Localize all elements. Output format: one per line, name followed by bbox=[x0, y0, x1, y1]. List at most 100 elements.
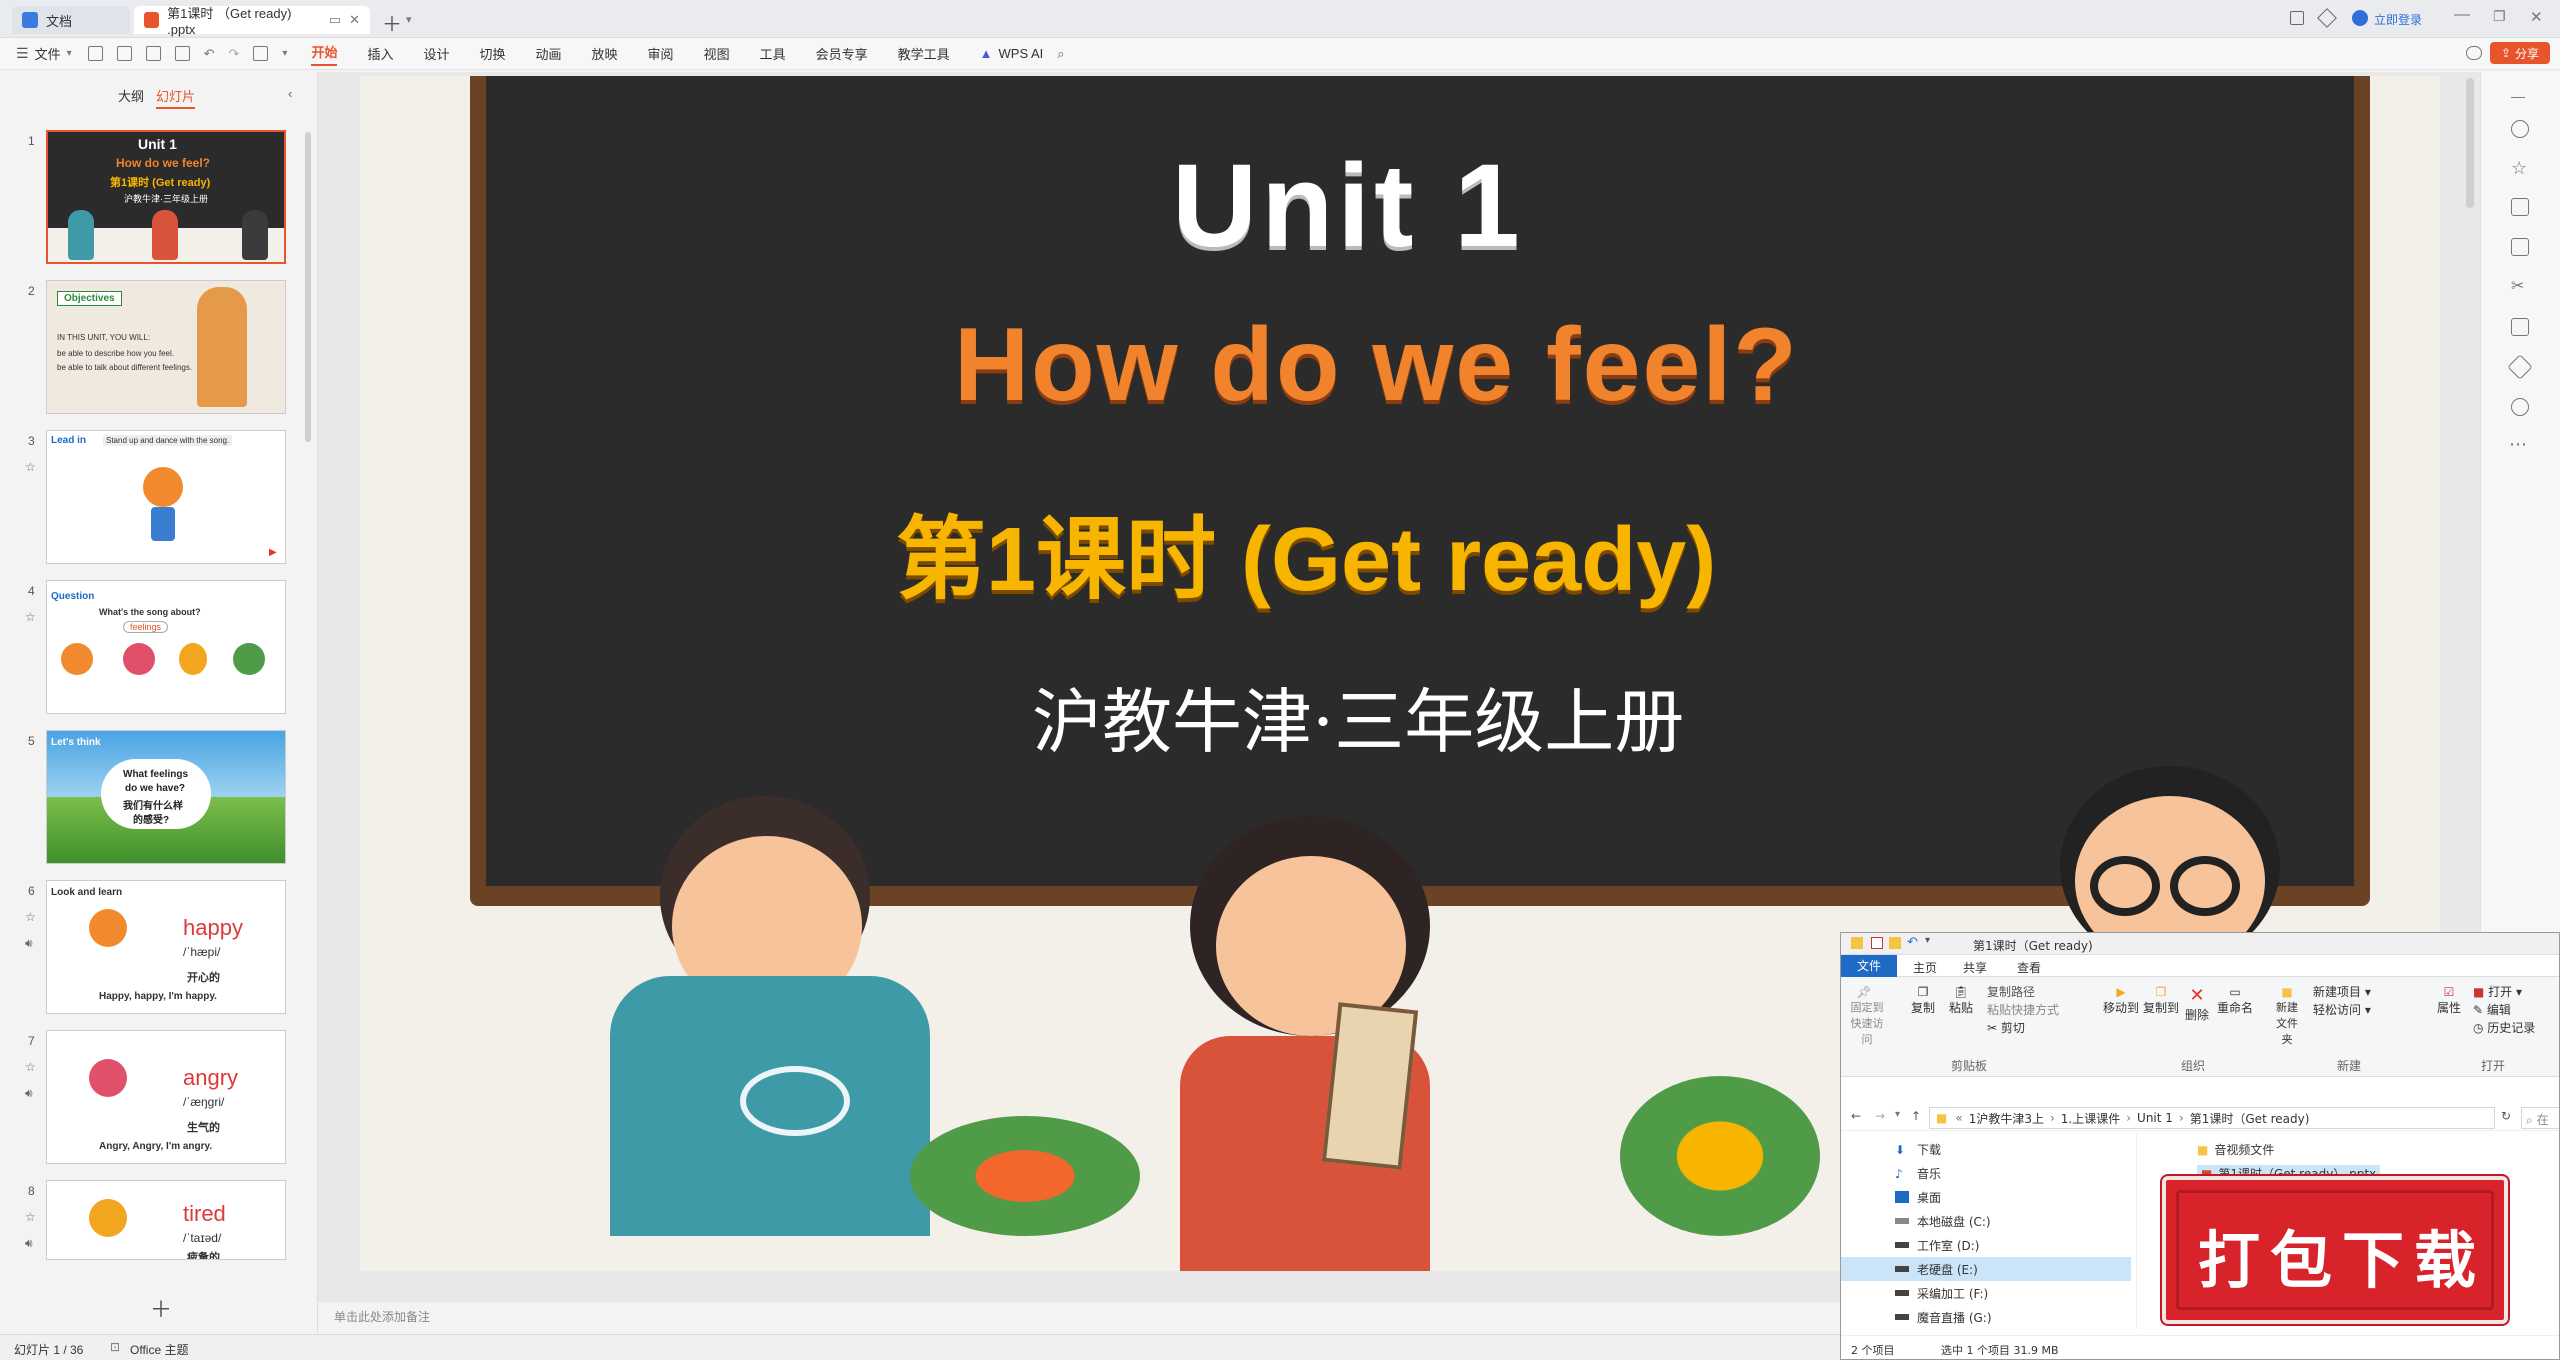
explorer-tab-home[interactable]: 主页 bbox=[1913, 959, 1937, 976]
file-item-folder[interactable]: ■ 音视频文件 bbox=[2197, 1141, 2274, 1158]
star-icon[interactable]: ☆ bbox=[2511, 158, 2527, 179]
explorer-tab-view[interactable]: 查看 bbox=[2017, 959, 2041, 976]
print-preview-icon[interactable] bbox=[174, 46, 190, 61]
tab-teaching-tools[interactable]: 教学工具 bbox=[898, 44, 950, 63]
avatar-icon[interactable] bbox=[2352, 10, 2368, 26]
slide-thumbnail-3[interactable]: Lead in Stand up and dance with the song… bbox=[46, 430, 286, 564]
rename-button[interactable]: ▭ 重命名 bbox=[2217, 985, 2253, 1016]
new-folder-button[interactable]: ■ 新建文件夹 bbox=[2271, 985, 2303, 1047]
copy-icon[interactable] bbox=[2511, 198, 2529, 216]
edit-button[interactable]: ✎ 编辑 bbox=[2473, 1001, 2511, 1018]
slide-thumbnail-4[interactable]: Question What's the song about? feelings bbox=[46, 580, 286, 714]
properties-button[interactable]: ☑ 属性 bbox=[2437, 985, 2461, 1016]
breadcrumb-item[interactable]: 第1课时（Get ready) bbox=[2190, 1110, 2310, 1127]
pin-quick-access-button[interactable]: 📌︎ 固定到快速访问 bbox=[1847, 985, 1884, 1047]
undo-icon[interactable]: ↶ bbox=[204, 46, 215, 62]
tab-slideshow[interactable]: 放映 bbox=[592, 44, 618, 63]
breadcrumb-item[interactable]: Unit 1 bbox=[2137, 1111, 2173, 1125]
document-icon[interactable] bbox=[2511, 318, 2529, 336]
explorer-tab-share[interactable]: 共享 bbox=[1963, 959, 1987, 976]
nav-item-desktop[interactable]: 桌面 bbox=[1841, 1185, 2131, 1209]
search-box[interactable]: ⌕ 在 bbox=[2521, 1107, 2559, 1129]
nav-item-drive-c[interactable]: 本地磁盘 (C:) bbox=[1841, 1209, 2131, 1233]
slide-thumbnail-1[interactable]: Unit 1 How do we feel? 第1课时 (Get ready) … bbox=[46, 130, 286, 264]
breadcrumb-item[interactable]: 1.上课课件 bbox=[2061, 1110, 2120, 1127]
tab-insert[interactable]: 插入 bbox=[367, 44, 393, 63]
cube-icon[interactable] bbox=[2317, 8, 2337, 28]
monitor-icon[interactable]: ▭ bbox=[329, 12, 341, 28]
tab-member[interactable]: 会员专享 bbox=[816, 44, 868, 63]
cut-button[interactable]: ✂ 剪切 bbox=[1987, 1019, 2025, 1036]
login-link[interactable]: 立即登录 bbox=[2374, 11, 2422, 28]
export-pdf-icon[interactable] bbox=[116, 46, 132, 61]
canvas-scrollbar[interactable] bbox=[2466, 78, 2474, 208]
more-icon[interactable]: ⋯ bbox=[2509, 434, 2527, 455]
refresh-icon[interactable]: ↻ bbox=[2501, 1109, 2511, 1123]
open-button[interactable]: ■ 打开 ▾ bbox=[2473, 983, 2522, 1000]
download-package-banner[interactable]: 打包下载 bbox=[2162, 1176, 2508, 1324]
nav-item-drive-d[interactable]: 工作室 (D:) bbox=[1841, 1233, 2131, 1257]
close-icon[interactable]: ✕ bbox=[349, 12, 360, 28]
nav-item-drive-g[interactable]: 魔音直播 (G:) bbox=[1841, 1305, 2131, 1329]
chevron-down-icon[interactable]: ▾ bbox=[406, 13, 412, 26]
format-painter-icon[interactable] bbox=[253, 46, 269, 61]
properties-icon[interactable] bbox=[1871, 937, 1883, 949]
tab-documents[interactable]: 文档 bbox=[12, 6, 130, 34]
tab-slides[interactable]: 幻灯片 bbox=[156, 86, 196, 109]
window-close-icon[interactable]: ✕ bbox=[2530, 8, 2543, 26]
tab-outline[interactable]: 大纲 bbox=[118, 86, 144, 105]
nav-item-music[interactable]: ♪ 音乐 bbox=[1841, 1161, 2131, 1185]
search-icon[interactable]: ⌕ bbox=[1057, 46, 1064, 62]
slide-thumbnail-6[interactable]: Look and learn happy /ˈhæpi/ 开心的 Happy, … bbox=[46, 880, 286, 1014]
cloud-sync-icon[interactable] bbox=[2466, 46, 2482, 60]
slide-subtitle[interactable]: How do we feel? bbox=[954, 306, 1799, 425]
paste-shortcut-button[interactable]: 粘贴快捷方式 bbox=[1987, 1001, 2059, 1018]
restore-icon[interactable]: ❐ bbox=[2493, 8, 2506, 25]
slide-thumbnail-8[interactable]: tired /ˈtaɪəd/ 疲惫的 bbox=[46, 1180, 286, 1260]
slide-book-title[interactable]: 沪教牛津·三年级上册 bbox=[1032, 666, 1684, 767]
forward-icon[interactable]: → bbox=[1875, 1109, 1885, 1123]
copy-to-button[interactable]: ❐ 复制到 bbox=[2143, 985, 2179, 1016]
magic-tool-icon[interactable]: ✂ bbox=[2511, 276, 2524, 296]
paste-button[interactable]: 📋︎ 粘贴 bbox=[1949, 985, 1973, 1016]
new-item-button[interactable]: 新建项目 ▾ bbox=[2313, 983, 2371, 1000]
slide-thumbnail-2[interactable]: Objectives IN THIS UNIT, YOU WILL: be ab… bbox=[46, 280, 286, 414]
save-icon[interactable] bbox=[87, 46, 103, 61]
new-folder-icon[interactable] bbox=[1889, 937, 1901, 949]
style-icon[interactable] bbox=[2511, 120, 2529, 138]
tab-wps-ai[interactable]: WPS AI bbox=[999, 46, 1044, 61]
copy-path-button[interactable]: 复制路径 bbox=[1987, 983, 2035, 1000]
new-tab-icon[interactable]: ＋ bbox=[382, 8, 402, 37]
tab-home[interactable]: 开始 bbox=[311, 42, 338, 66]
nav-item-downloads[interactable]: ⬇ 下载 bbox=[1841, 1137, 2131, 1161]
delete-button[interactable]: ✕ 删除 bbox=[2185, 985, 2209, 1023]
tab-animations[interactable]: 动画 bbox=[536, 44, 562, 63]
address-bar[interactable]: ■ « 1沪教牛津3上 › 1.上课课件 › Unit 1 › 第1课时（Get re… bbox=[1929, 1107, 2495, 1129]
explorer-tab-file[interactable]: 文件 bbox=[1841, 955, 1897, 977]
slide-title[interactable]: Unit 1 bbox=[1172, 138, 1524, 274]
layout-icon[interactable] bbox=[2290, 11, 2304, 25]
tab-tools[interactable]: 工具 bbox=[760, 44, 786, 63]
tab-design[interactable]: 设计 bbox=[423, 44, 449, 63]
up-icon[interactable]: ↑ bbox=[1911, 1109, 1921, 1123]
copy-button[interactable]: ❐ 复制 bbox=[1911, 985, 1935, 1016]
breadcrumb-item[interactable]: 1沪教牛津3上 bbox=[1969, 1110, 2044, 1127]
collapse-panel-icon[interactable]: ‹ bbox=[288, 86, 292, 101]
slide-thumbnail-7[interactable]: angry /ˈæŋɡri/ 生气的 Angry, Angry, I'm ang… bbox=[46, 1030, 286, 1164]
tab-pptx-file[interactable]: 第1课时 （Get ready) .pptx ▭ ✕ bbox=[134, 6, 370, 37]
theme-name[interactable]: Office 主题 bbox=[130, 1341, 188, 1358]
move-to-button[interactable]: ▶ 移动到 bbox=[2103, 985, 2139, 1016]
tab-transitions[interactable]: 切换 bbox=[480, 44, 506, 63]
tab-review[interactable]: 审阅 bbox=[648, 44, 674, 63]
slide-lesson-title[interactable]: 第1课时 (Get ready) bbox=[896, 486, 1716, 616]
minimize-icon[interactable]: — bbox=[2454, 6, 2470, 24]
thumbnail-scrollbar[interactable] bbox=[305, 132, 311, 442]
hamburger-icon[interactable]: ☰ bbox=[16, 45, 29, 62]
nav-item-drive-e[interactable]: 老硬盘 (E:) bbox=[1841, 1257, 2131, 1281]
chevron-down-icon[interactable]: ▾ bbox=[282, 48, 287, 59]
undo-icon[interactable]: ↶ bbox=[1907, 935, 1918, 950]
history-button[interactable]: ◷ 历史记录 bbox=[2473, 1019, 2535, 1036]
redo-icon[interactable]: ↷ bbox=[229, 46, 240, 62]
notes-placeholder[interactable]: 单击此处添加备注 bbox=[334, 1308, 430, 1325]
play-icon[interactable]: ▶ bbox=[269, 547, 277, 558]
